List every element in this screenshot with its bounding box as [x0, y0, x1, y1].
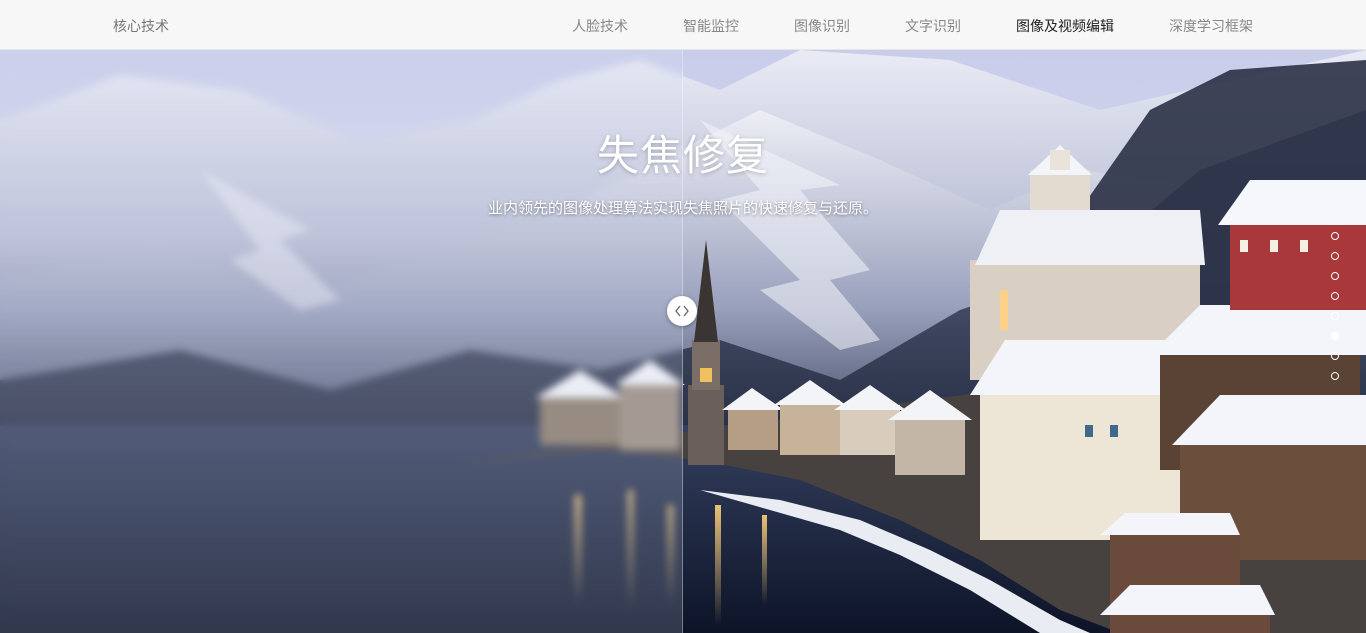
brand-link[interactable]: 核心技术 — [113, 16, 169, 36]
slide-dot[interactable] — [1331, 232, 1339, 240]
slide-dot[interactable] — [1331, 332, 1339, 340]
nav-item-smart-monitoring[interactable]: 智能监控 — [683, 16, 739, 36]
slide-dot[interactable] — [1331, 352, 1339, 360]
slide-dot[interactable] — [1331, 372, 1339, 380]
slide-dot[interactable] — [1331, 292, 1339, 300]
nav-item-text-recognition[interactable]: 文字识别 — [905, 16, 961, 36]
hero-title: 失焦修复 — [596, 131, 769, 180]
top-navigation-bar: 核心技术 人脸技术 智能监控 图像识别 文字识别 图像及视频编辑 深度学习框架 — [0, 0, 1366, 50]
slide-dot[interactable] — [1331, 272, 1339, 280]
slide-dot[interactable] — [1331, 312, 1339, 320]
slide-dot[interactable] — [1331, 252, 1339, 260]
nav-item-face-technology[interactable]: 人脸技术 — [572, 16, 628, 36]
compare-slider-handle[interactable] — [667, 296, 697, 326]
nav-item-image-recognition[interactable]: 图像识别 — [794, 16, 850, 36]
nav-item-deep-learning-framework[interactable]: 深度学习框架 — [1169, 16, 1253, 36]
hero-banner: 失焦修复 业内领先的图像处理算法实现失焦照片的快速修复与还原。 — [0, 50, 1366, 633]
chevron-left-right-icon — [675, 305, 689, 317]
nav-item-image-video-editing[interactable]: 图像及视频编辑 — [1016, 16, 1114, 36]
hero-subtitle: 业内领先的图像处理算法实现失焦照片的快速修复与还原。 — [487, 199, 878, 217]
